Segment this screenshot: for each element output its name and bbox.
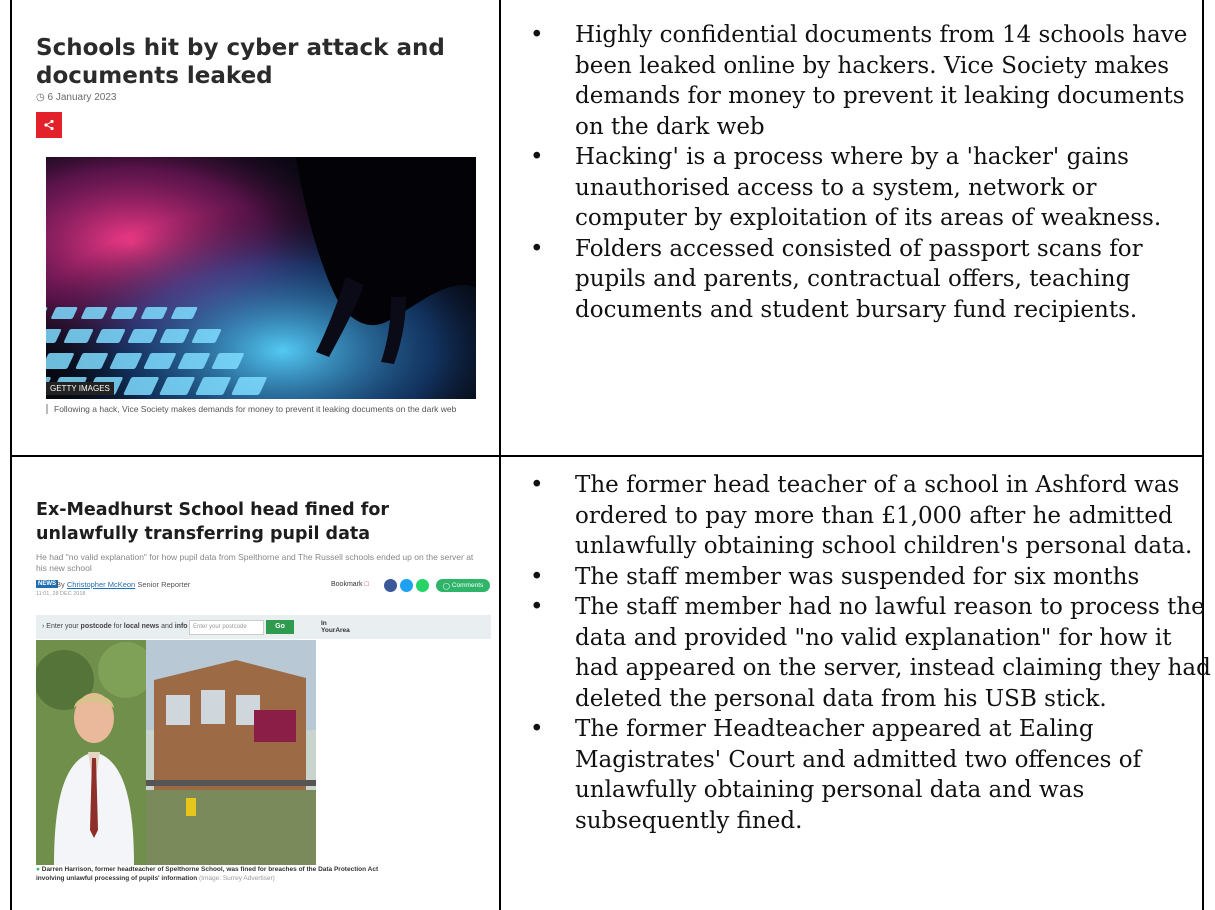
by-label: By: [56, 580, 65, 589]
postcode-prompt-text: for: [113, 623, 122, 630]
bookmark-button[interactable]: Bookmark □: [331, 581, 369, 588]
photo-caption: Following a hack, Vice Society makes dem…: [46, 404, 494, 414]
bookmark-label: Bookmark: [331, 581, 363, 588]
author-role: Senior Reporter: [137, 580, 191, 589]
article-date: ◷ 6 January 2023: [36, 92, 116, 103]
whatsapp-icon[interactable]: [416, 579, 429, 592]
list-item: Hacking' is a process where by a 'hacker…: [513, 142, 1215, 234]
comment-icon: ◯: [442, 582, 452, 590]
cyber-attack-summary-list: Highly confidential documents from 14 sc…: [513, 20, 1215, 325]
inyourarea-logo: In YourArea: [321, 620, 350, 634]
postcode-prompt-bold: info: [174, 623, 188, 630]
headteacher-school-photo: [36, 640, 316, 865]
postcode-bar: › Enter your postcode for local news and…: [36, 615, 491, 639]
list-item: The former Headteacher appeared at Ealin…: [513, 714, 1215, 836]
postcode-prompt-bold: local news: [123, 623, 160, 630]
postcode-go-button[interactable]: Go: [266, 620, 294, 634]
article-headline: Ex-Meadhurst School head fined for unlaw…: [36, 500, 390, 544]
postcode-prompt-bold: postcode: [80, 623, 112, 630]
postcode-prompt: › Enter your postcode for local news and…: [42, 623, 188, 630]
data-breach-summary-list: The former head teacher of a school in A…: [513, 470, 1215, 836]
postcode-input[interactable]: Enter your postcode: [189, 620, 264, 635]
meadhurst-article-screenshot: Ex-Meadhurst School head fined for unlaw…: [18, 470, 491, 895]
postcode-prompt-text: Enter your: [46, 623, 79, 630]
postcode-prompt-text: and: [161, 623, 173, 630]
share-icon: [44, 119, 54, 131]
comments-button[interactable]: ◯ Comments: [436, 579, 490, 592]
list-item: Highly confidential documents from 14 sc…: [513, 20, 1215, 142]
bookmark-icon: □: [364, 581, 369, 588]
list-item: Folders accessed consisted of passport s…: [513, 234, 1215, 326]
brand-line: YourArea: [321, 627, 350, 634]
table-row-divider: [10, 455, 1204, 457]
chevron-right-icon: ›: [42, 623, 45, 630]
comments-label: Comments: [451, 582, 484, 589]
share-button[interactable]: [36, 112, 62, 138]
facebook-icon[interactable]: [384, 579, 397, 592]
list-item: The staff member was suspended for six m…: [513, 562, 1215, 593]
caption-credit: (Image: Surrey Advertiser): [198, 874, 275, 882]
published-time: 11:01, 28 DEC 2018: [36, 591, 86, 597]
list-item: The former head teacher of a school in A…: [513, 470, 1215, 562]
article-headline: Schools hit by cyber attack and document…: [36, 35, 445, 89]
author-line: By Christopher McKeon Senior Reporter: [56, 580, 190, 589]
article-date-text: 6 January 2023: [47, 92, 117, 103]
list-item: The staff member had no lawful reason to…: [513, 592, 1215, 714]
clock-icon: ◷: [36, 92, 45, 103]
camera-icon: ●: [36, 866, 40, 873]
photo-caption: ● Darren Harrison, former headteacher of…: [36, 866, 396, 883]
hacker-keyboard-photo: [46, 157, 476, 399]
photo-credit: GETTY IMAGES: [46, 382, 114, 395]
author-link[interactable]: Christopher McKeon: [67, 580, 135, 589]
article-standfirst: He had "no valid explanation" for how pu…: [36, 552, 474, 573]
byline: NEWS By Christopher McKeon Senior Report…: [36, 578, 491, 600]
news-tag: NEWS: [36, 580, 58, 588]
cyber-attack-article-screenshot: Schools hit by cyber attack and document…: [28, 20, 488, 450]
brand-line: In: [321, 620, 327, 627]
twitter-icon[interactable]: [400, 579, 413, 592]
